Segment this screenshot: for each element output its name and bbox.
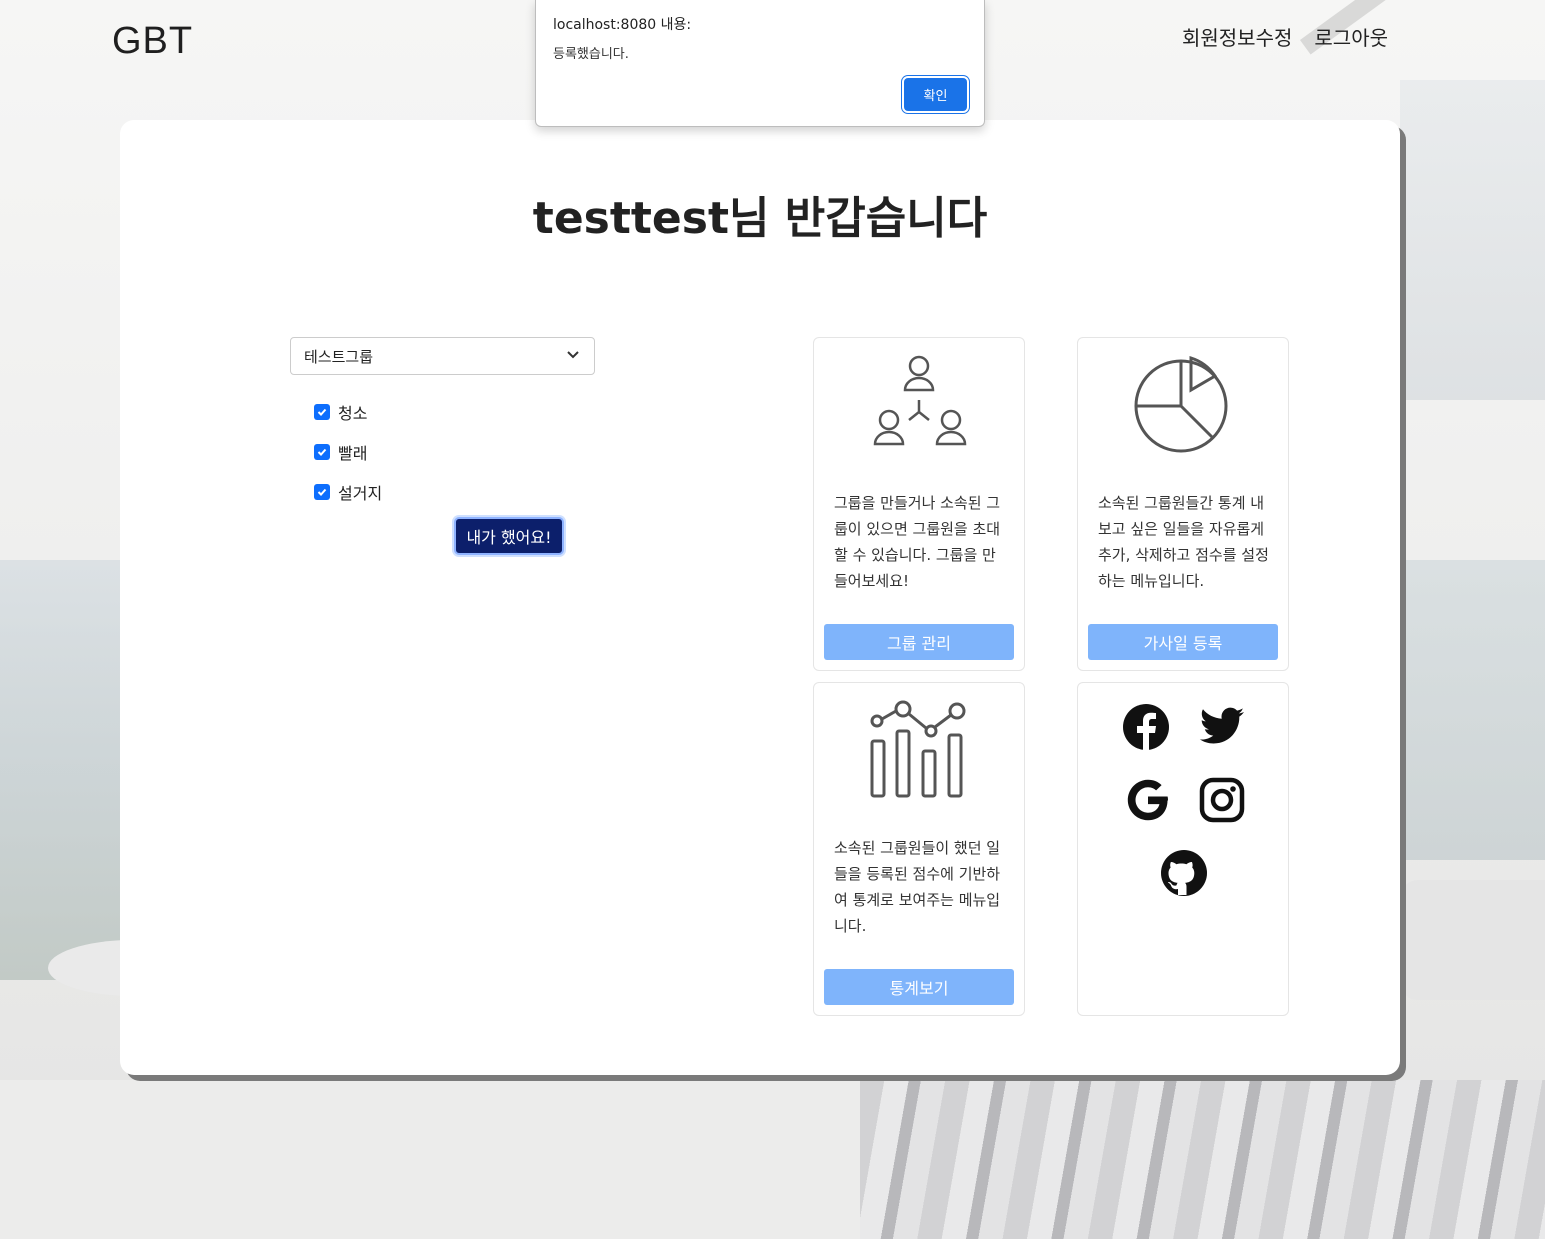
group-management-card: 그룹을 만들거나 소속된 그룹이 있으면 그룹원을 초대할 수 있습니다. 그룹… xyxy=(813,337,1025,671)
task-label: 빨래 xyxy=(338,444,368,463)
done-button[interactable]: 내가 했어요! xyxy=(454,517,564,555)
checkbox-checked[interactable] xyxy=(314,404,330,420)
checkbox-checked[interactable] xyxy=(314,444,330,460)
check-icon xyxy=(317,448,327,456)
card-description: 소속된 그룹원들이 했던 일들을 등록된 점수에 기반하여 통계로 보여주는 메… xyxy=(834,839,1001,935)
page-title: testtest님 반갑습니다 xyxy=(532,193,988,244)
card-description: 그룹을 만들거나 소속된 그룹이 있으면 그룹원을 초대할 수 있습니다. 그룹… xyxy=(834,494,1001,590)
statistics-card: 소속된 그룹원들이 했던 일들을 등록된 점수에 기반하여 통계로 보여주는 메… xyxy=(813,682,1025,1016)
task-label: 청소 xyxy=(338,404,368,423)
task-item[interactable]: 설거지 xyxy=(314,480,382,504)
task-item[interactable]: 빨래 xyxy=(314,440,367,464)
alert-message: 등록했습니다. xyxy=(553,47,629,62)
google-icon[interactable] xyxy=(1124,776,1172,824)
check-icon xyxy=(317,488,327,496)
bar-line-chart-icon xyxy=(870,700,966,798)
chore-registration-card: 소속된 그룹원들간 통계 내보고 싶은 일들을 자유롭게 추가, 삭제하고 점수… xyxy=(1077,337,1289,671)
chore-registration-button[interactable]: 가사일 등록 xyxy=(1088,624,1278,660)
instagram-icon[interactable] xyxy=(1198,776,1246,824)
alert-title: localhost:8080 내용: xyxy=(553,17,692,33)
group-select-value: 테스트그룹 xyxy=(304,347,374,366)
logo[interactable]: GBT xyxy=(112,20,193,63)
facebook-icon[interactable] xyxy=(1122,703,1170,751)
check-icon xyxy=(317,408,327,416)
github-icon[interactable] xyxy=(1160,849,1208,897)
pie-chart-icon xyxy=(1134,355,1228,453)
alert-dialog: localhost:8080 내용: 등록했습니다. 확인 xyxy=(535,0,985,127)
task-label: 설거지 xyxy=(338,484,383,503)
chevron-down-icon xyxy=(567,351,579,359)
alert-ok-button[interactable]: 확인 xyxy=(904,78,967,111)
checkbox-checked[interactable] xyxy=(314,484,330,500)
group-management-button[interactable]: 그룹 관리 xyxy=(824,624,1014,660)
group-network-icon xyxy=(873,355,967,446)
statistics-button[interactable]: 통계보기 xyxy=(824,969,1014,1005)
social-links-card xyxy=(1077,682,1289,1016)
nav-logout[interactable]: 로그아웃 xyxy=(1314,22,1388,51)
nav-edit-profile[interactable]: 회원정보수정 xyxy=(1182,22,1292,51)
task-item[interactable]: 청소 xyxy=(314,400,367,424)
group-select[interactable]: 테스트그룹 xyxy=(290,337,595,375)
main-card: testtest님 반갑습니다 테스트그룹 청소 빨래 설거지 내가 했어요! xyxy=(120,120,1400,1075)
twitter-icon[interactable] xyxy=(1198,703,1246,751)
top-nav: 회원정보수정 로그아웃 xyxy=(1182,22,1388,51)
card-description: 소속된 그룹원들간 통계 내보고 싶은 일들을 자유롭게 추가, 삭제하고 점수… xyxy=(1098,494,1269,590)
